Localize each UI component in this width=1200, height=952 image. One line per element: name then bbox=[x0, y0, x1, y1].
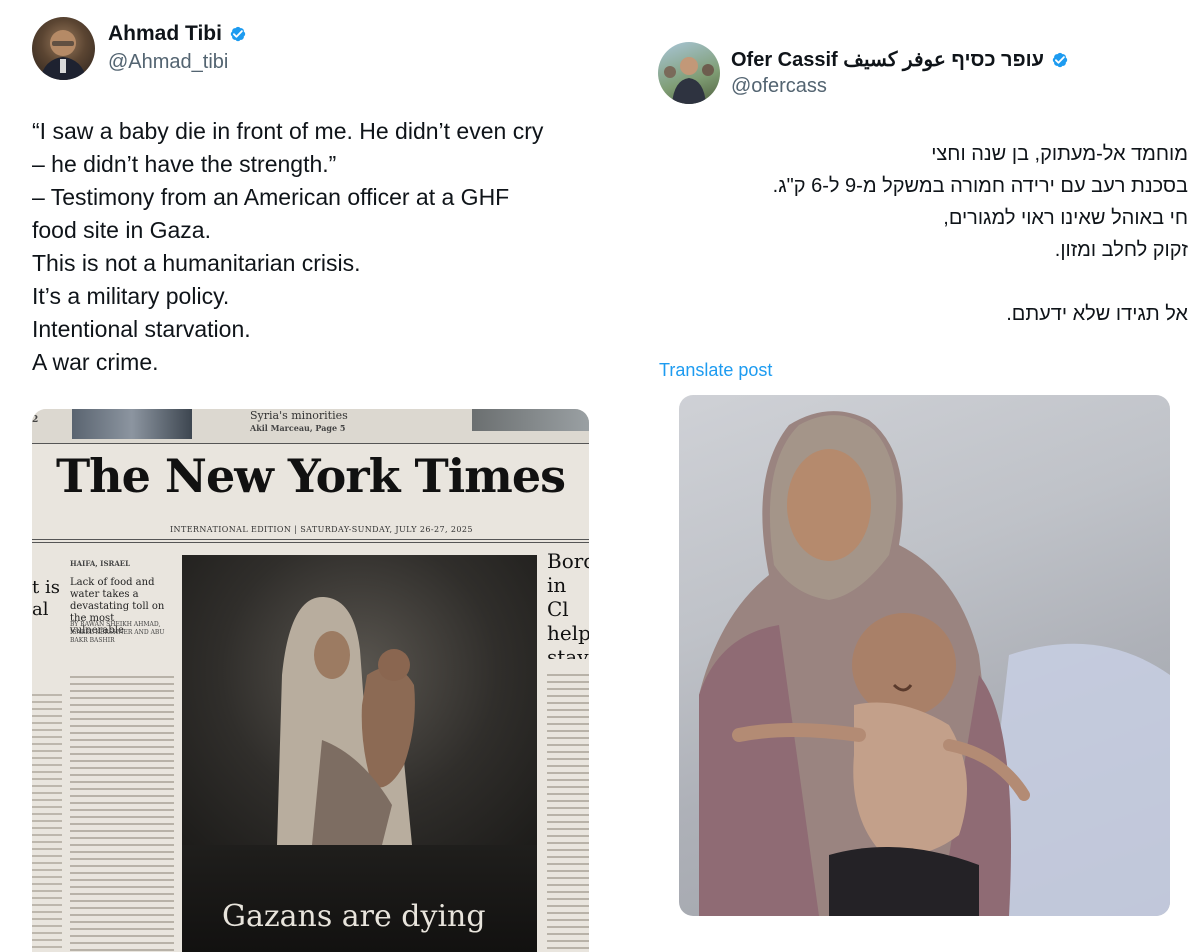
story-byline: BY RAWAN SHEIKH AHMAD, ISABEL KERSHNER A… bbox=[70, 621, 165, 644]
divider bbox=[32, 542, 589, 543]
tweet-text: מוחמד אל-מעתוק, בן שנה וחצי בסכנת רעב עם… bbox=[668, 138, 1188, 330]
tweet-line: בסכנת רעב עם ירידה חמורה במשקל מ-9 ל-6 ק… bbox=[772, 175, 1188, 197]
divider bbox=[32, 539, 589, 540]
tweet-line: זקוק לחלב ומזון. bbox=[1054, 239, 1188, 261]
newspaper-photo[interactable]: 2 Syria's minorities Akil Marceau, Page … bbox=[32, 409, 589, 952]
avatar-image bbox=[664, 57, 714, 104]
author-name[interactable]: Ahmad Tibi bbox=[108, 22, 222, 46]
photo-scene bbox=[699, 411, 1170, 916]
tweet-line: אל תגידו שלא ידעתם. bbox=[1006, 303, 1188, 325]
tweet-line: Intentional starvation. bbox=[32, 316, 251, 342]
dateline: HAIFA, ISRAEL bbox=[70, 559, 131, 568]
verified-badge-icon bbox=[1052, 52, 1068, 67]
tweet-line bbox=[668, 266, 1188, 298]
left-column-fragment: t is al bbox=[32, 577, 60, 620]
strip-photo bbox=[472, 409, 589, 431]
author-handle[interactable]: @ofercass bbox=[731, 75, 827, 98]
tweet-line: “I saw a baby die in front of me. He did… bbox=[32, 118, 544, 144]
right-column-text bbox=[547, 669, 589, 952]
translate-post-link[interactable]: Translate post bbox=[659, 360, 772, 381]
tweet-line: It’s a military policy. bbox=[32, 283, 230, 309]
tweet-line: food site in Gaza. bbox=[32, 217, 211, 243]
mother-child-photo[interactable] bbox=[679, 395, 1170, 916]
verified-badge-icon bbox=[230, 26, 246, 42]
avatar-image bbox=[40, 30, 87, 80]
tweet-text: “I saw a baby die in front of me. He did… bbox=[32, 115, 543, 379]
avatar-ofer-cassif[interactable] bbox=[658, 42, 720, 104]
page-number: 2 bbox=[32, 415, 39, 425]
photo-headline: Gazans are dying bbox=[222, 899, 486, 934]
right-headline: Bord in Cl help stay bbox=[547, 549, 589, 659]
tweet-line: A war crime. bbox=[32, 349, 159, 375]
author-name[interactable]: Ofer Cassif עופר כסיף عوفر كسيف bbox=[731, 47, 1044, 72]
tweet-line: – Testimony from an American officer at … bbox=[32, 184, 510, 210]
tweet-line: חי באוהל שאינו ראוי למגורים, bbox=[943, 207, 1188, 229]
divider bbox=[32, 443, 589, 444]
tweet-line: – he didn’t have the strength.” bbox=[32, 151, 337, 177]
mother-child-figure bbox=[277, 596, 415, 845]
author-handle[interactable]: @Ahmad_tibi bbox=[108, 51, 228, 74]
avatar-ahmad-tibi[interactable] bbox=[32, 17, 95, 80]
edition-line: INTERNATIONAL EDITION | SATURDAY-SUNDAY,… bbox=[170, 525, 473, 534]
top-teaser: Syria's minorities bbox=[250, 409, 348, 422]
top-teaser-sub: Akil Marceau, Page 5 bbox=[250, 423, 346, 433]
masthead: The New York Times bbox=[55, 449, 566, 503]
tweet-line: This is not a humanitarian crisis. bbox=[32, 250, 361, 276]
left-column-text bbox=[32, 689, 62, 949]
front-page-photo bbox=[182, 555, 537, 845]
strip-photo bbox=[72, 409, 192, 439]
story-column-text bbox=[70, 671, 174, 952]
tweet-line: מוחמד אל-מעתוק, בן שנה וחצי bbox=[931, 143, 1188, 165]
